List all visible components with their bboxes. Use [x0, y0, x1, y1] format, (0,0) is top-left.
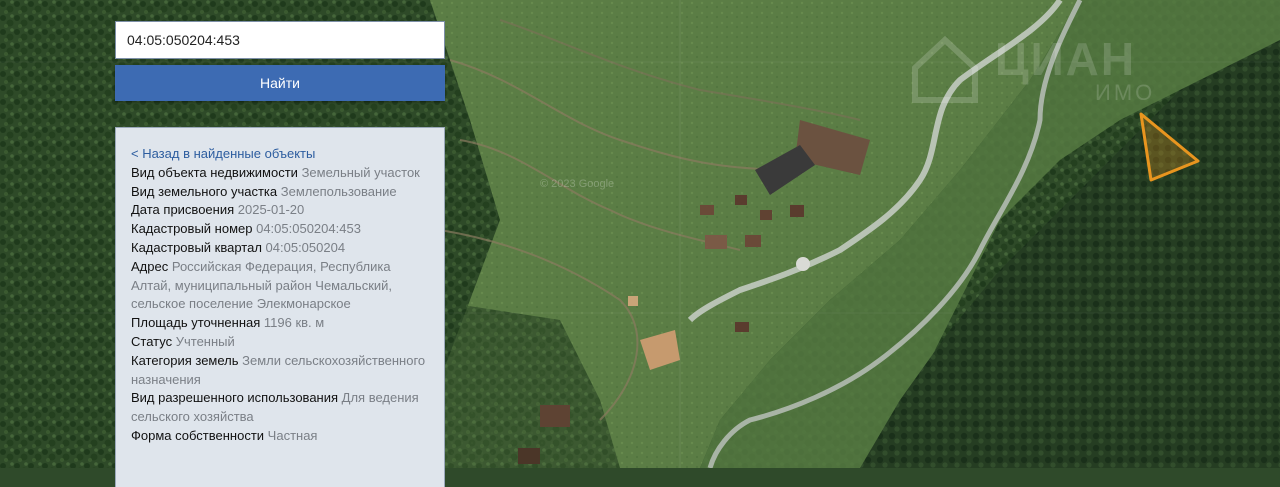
info-row-value: 04:05:050204:453 [256, 221, 361, 237]
info-row-value: Земельный участок [301, 164, 420, 180]
info-row-value: Частная [267, 427, 318, 443]
info-row: Кадастровый номер 04:05:050204:453 [131, 220, 430, 239]
info-row-label: Категория земель [131, 352, 239, 368]
info-row-label: Форма собственности [131, 427, 265, 443]
info-row-label: Кадастровый номер [131, 221, 253, 237]
watermark-subtext: ИМО [1095, 80, 1156, 105]
info-row-value: 2025-01-20 [237, 202, 305, 218]
info-row-label: Статус [131, 333, 173, 349]
object-info-panel: < Назад в найденные объекты Вид объекта … [115, 127, 445, 487]
info-row-value: Учтенный [175, 333, 235, 349]
back-to-results-link[interactable]: < Назад в найденные объекты [131, 145, 430, 164]
info-row-label: Вид объекта недвижимости [131, 164, 298, 180]
info-row: Форма собственности Частная [131, 427, 430, 446]
info-row-label: Кадастровый квартал [131, 239, 262, 255]
watermark: ЦИАН ИМО [885, 22, 1245, 112]
info-row: Вид земельного участка Землепользование [131, 183, 430, 202]
info-row: Адрес Российская Федерация, Республика А… [131, 258, 430, 314]
info-row: Вид разрешенного использования Для веден… [131, 389, 430, 427]
info-row-value: Российская Федерация, Республика Алтай, … [131, 258, 393, 312]
house-logo-icon [912, 35, 978, 103]
map-copyright: © 2023 Google [540, 178, 615, 190]
parcel-outline[interactable] [1139, 112, 1200, 182]
info-row-label: Площадь уточненная [131, 315, 261, 331]
info-row: Категория земель Земли сельскохозяйствен… [131, 352, 430, 390]
info-row-label: Дата присвоения [131, 202, 235, 218]
info-row-value: 1196 кв. м [263, 315, 325, 331]
watermark-text: ЦИАН [995, 33, 1137, 85]
info-row-label: Вид разрешенного использования [131, 390, 339, 406]
cadastral-search-input[interactable] [115, 21, 445, 59]
info-row-label: Адрес [131, 258, 169, 274]
info-row-value: 04:05:050204 [265, 239, 346, 255]
info-row: Дата присвоения 2025-01-20 [131, 201, 430, 220]
info-row-label: Вид земельного участка [131, 183, 278, 199]
info-row: Кадастровый квартал 04:05:050204 [131, 239, 430, 258]
info-row-value: Землепользование [280, 183, 397, 199]
info-row: Площадь уточненная 1196 кв. м [131, 314, 430, 333]
info-row: Статус Учтенный [131, 333, 430, 352]
info-row: Вид объекта недвижимости Земельный участ… [131, 164, 430, 183]
find-button[interactable]: Найти [115, 65, 445, 101]
